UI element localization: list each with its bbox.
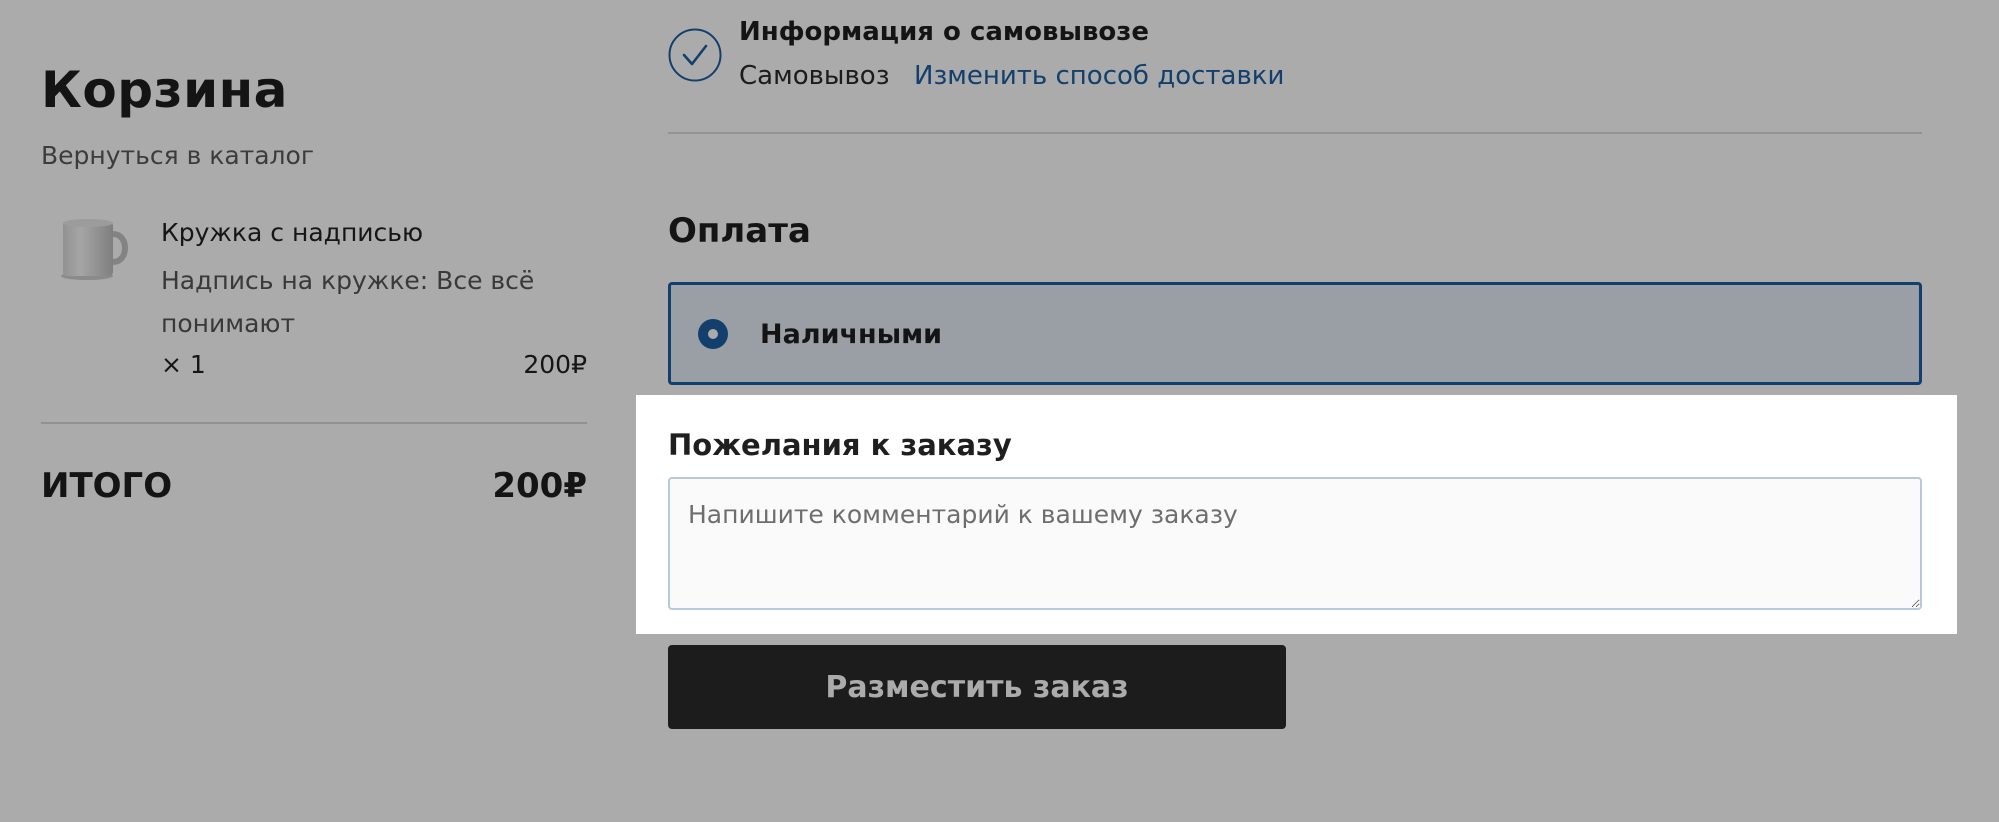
cart-item: Кружка с надписью Надпись на кружке: Все… (41, 210, 587, 390)
pickup-info-title: Информация о самовывозе (739, 17, 1150, 47)
radio-dot (708, 329, 718, 339)
total-label: ИТОГО (41, 466, 173, 506)
comment-heading: Пожелания к заказу (668, 428, 1012, 462)
page-title: Корзина (41, 61, 288, 119)
order-comment-input[interactable] (668, 477, 1922, 610)
divider (41, 422, 587, 424)
item-quantity: × 1 (161, 350, 206, 379)
place-order-button[interactable]: Разместить заказ (668, 645, 1286, 729)
item-option: Надпись на кружке: Все всё понимают (161, 266, 535, 338)
item-price: 200₽ (523, 350, 587, 379)
radio-selected-icon[interactable] (698, 319, 728, 349)
overlay-dim (0, 395, 636, 634)
overlay-dim (1957, 395, 1999, 634)
payment-heading: Оплата (668, 211, 811, 251)
mug-image (61, 219, 128, 280)
item-name[interactable]: Кружка с надписью (161, 216, 423, 250)
back-to-catalog-link[interactable]: Вернуться в каталог (41, 140, 314, 172)
payment-option-cash[interactable]: Наличными (668, 282, 1922, 385)
divider (668, 132, 1922, 134)
payment-option-label: Наличными (760, 319, 943, 350)
checkout-page: Корзина Вернуться в каталог Кружка с над… (0, 0, 1999, 822)
check-circle-icon (668, 28, 722, 82)
delivery-method: Самовывоз (739, 61, 890, 91)
change-delivery-link[interactable]: Изменить способ доставки (914, 58, 1284, 94)
total-value: 200₽ (492, 466, 587, 506)
